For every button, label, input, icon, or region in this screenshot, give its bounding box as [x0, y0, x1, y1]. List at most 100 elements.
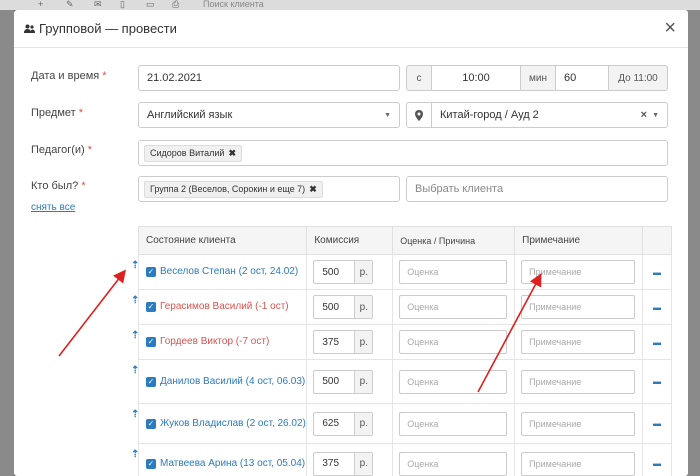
note-input[interactable]: Примечание [521, 411, 636, 436]
grade-input[interactable]: Оценка [399, 260, 508, 284]
minus-icon[interactable]: ▬ [642, 359, 672, 404]
clear-x-icon[interactable]: × [641, 109, 647, 121]
group-select[interactable]: Группа 2 (Веселов, Сорокин и еще 7) ✖ [138, 176, 400, 202]
remove-tag-icon[interactable]: ✖ [309, 184, 317, 195]
commission-input[interactable]: 500 р. [313, 260, 374, 284]
client-cell: ✓ Жуков Владислав (2 ост, 26.02) [137, 403, 308, 444]
currency-addon: р. [354, 370, 373, 393]
grade-cell: Оценка [392, 289, 516, 325]
note-input[interactable]: Примечание [521, 451, 636, 476]
remove-tag-icon[interactable]: ✖ [228, 148, 236, 159]
until-addon: До 11:00 [608, 65, 668, 91]
attendees-label: Кто был? * [31, 180, 86, 192]
arrow-up-icon[interactable]: ⇡ [131, 365, 139, 376]
calendar-icon: ▭ [146, 0, 155, 9]
header-commission: Комиссия [306, 226, 394, 255]
client-select[interactable]: Выбрать клиента [406, 176, 668, 202]
header-actions [642, 226, 672, 255]
plus-icon: + [38, 0, 44, 9]
commission-value: 500 [322, 376, 340, 387]
note-input[interactable]: Примечание [521, 295, 636, 319]
grade-input[interactable]: Оценка [399, 295, 508, 319]
arrow-up-icon[interactable]: ⇡ [131, 295, 139, 306]
arrow-up-icon[interactable]: ⇡ [131, 409, 139, 420]
grade-input[interactable]: Оценка [399, 330, 508, 354]
minus-icon[interactable]: ▬ [642, 289, 672, 325]
background-toolbar: + ✎ ✉ ▯ ▭ ⎙ Поиск клиента [0, 0, 700, 10]
grade-cell: Оценка [392, 359, 516, 404]
chevron-down-icon: ▼ [652, 111, 659, 119]
grade-cell: Оценка [392, 324, 516, 360]
client-name[interactable]: Герасимов Василий (-1 ост) [160, 301, 289, 313]
client-checkbox[interactable]: ✓ [146, 267, 156, 277]
minus-icon[interactable]: ▬ [642, 403, 672, 444]
teacher-select[interactable]: Сидоров Виталий ✖ [138, 140, 668, 166]
commission-value: 500 [322, 266, 340, 278]
from-addon: с [406, 65, 432, 91]
client-checkbox[interactable]: ✓ [146, 302, 156, 312]
minutes-input[interactable]: 60 [555, 65, 609, 91]
client-name[interactable]: Жуков Владислав (2 ост, 26.02) [160, 418, 306, 430]
table-row: ✓ Герасимов Василий (-1 ост) 500 р. Оценка Пр… [137, 289, 672, 325]
note-input[interactable]: Примечание [521, 260, 636, 284]
client-name[interactable]: Данилов Василий (4 ост, 06.03) [160, 376, 305, 388]
commission-cell: 625 р. [306, 403, 394, 444]
modal-title-text: Групповой — провести [39, 21, 177, 36]
client-name[interactable]: Гордеев Виктор (-7 ост) [160, 336, 269, 348]
users-icon [24, 24, 35, 33]
subject-select[interactable]: Английский язык ▼ [138, 102, 400, 128]
commission-input[interactable]: 500 р. [313, 369, 374, 394]
time-input[interactable]: 10:00 [431, 65, 521, 91]
client-cell: ✓ Данилов Василий (4 ост, 06.03) [137, 359, 308, 404]
location-select[interactable]: Китай-город / Ауд 2 × ▼ [431, 102, 668, 128]
currency-addon: р. [354, 261, 373, 283]
client-cell: ✓ Герасимов Василий (-1 ост) [137, 289, 308, 325]
note-cell: Примечание [514, 443, 644, 476]
grade-cell: Оценка [392, 443, 516, 476]
phone-icon: ▯ [120, 0, 125, 9]
grade-input[interactable]: Оценка [399, 369, 508, 394]
table-row: ✓ Веселов Степан (2 ост, 24.02) 500 р. Оценк… [137, 254, 672, 290]
lesson-modal: Групповой — провести × Дата и время * 21… [14, 10, 688, 476]
currency-addon: р. [354, 296, 373, 318]
clear-all-link[interactable]: снять все [31, 202, 75, 213]
arrow-up-icon[interactable]: ⇡ [131, 449, 139, 460]
table-row: ✓ Гордеев Виктор (-7 ост) 375 р. Оценка Приме… [137, 324, 672, 360]
commission-cell: 500 р. [306, 289, 394, 325]
arrow-up-icon[interactable]: ⇡ [131, 330, 139, 341]
client-name[interactable]: Веселов Степан (2 ост, 24.02) [160, 266, 298, 278]
client-cell: ✓ Матвеева Арина (13 ост, 05.04) [137, 443, 308, 476]
table-row: ✓ Жуков Владислав (2 ост, 26.02) 625 р. Оцен… [137, 403, 672, 444]
minutes-addon: мин [520, 65, 556, 91]
note-input[interactable]: Примечание [521, 369, 636, 394]
commission-input[interactable]: 625 р. [313, 411, 374, 436]
client-checkbox[interactable]: ✓ [146, 376, 156, 387]
note-cell: Примечание [514, 324, 644, 360]
commission-input[interactable]: 375 р. [313, 330, 374, 354]
commission-input[interactable]: 500 р. [313, 295, 374, 319]
date-input[interactable]: 21.02.2021 [138, 65, 400, 91]
client-cell: ✓ Веселов Степан (2 ост, 24.02) [137, 254, 308, 290]
note-input[interactable]: Примечание [521, 330, 636, 354]
client-checkbox[interactable]: ✓ [146, 458, 156, 469]
table-row: ✓ Данилов Василий (4 ост, 06.03) 500 р. Оцен… [137, 359, 672, 404]
grade-input[interactable]: Оценка [399, 451, 508, 476]
minus-icon[interactable]: ▬ [642, 324, 672, 360]
commission-input[interactable]: 375 р. [313, 451, 374, 476]
background-search: Поиск клиента [203, 0, 264, 9]
grade-input[interactable]: Оценка [399, 411, 508, 436]
header-note: Примечание [514, 226, 644, 255]
close-icon[interactable]: × [664, 18, 676, 38]
arrow-up-icon[interactable]: ⇡ [131, 260, 139, 271]
clients-table: Состояние клиента Комиссия Оценка / Прич… [137, 226, 672, 476]
header-client-status: Состояние клиента [137, 226, 308, 255]
client-name[interactable]: Матвеева Арина (13 ост, 05.04) [160, 458, 305, 470]
currency-addon: р. [354, 412, 373, 435]
client-checkbox[interactable]: ✓ [146, 337, 156, 347]
client-checkbox[interactable]: ✓ [146, 418, 156, 429]
client-cell: ✓ Гордеев Виктор (-7 ост) [137, 324, 308, 360]
minus-icon[interactable]: ▬ [642, 443, 672, 476]
map-pin-icon [406, 102, 432, 128]
print-icon: ⎙ [172, 0, 180, 9]
minus-icon[interactable]: ▬ [642, 254, 672, 290]
